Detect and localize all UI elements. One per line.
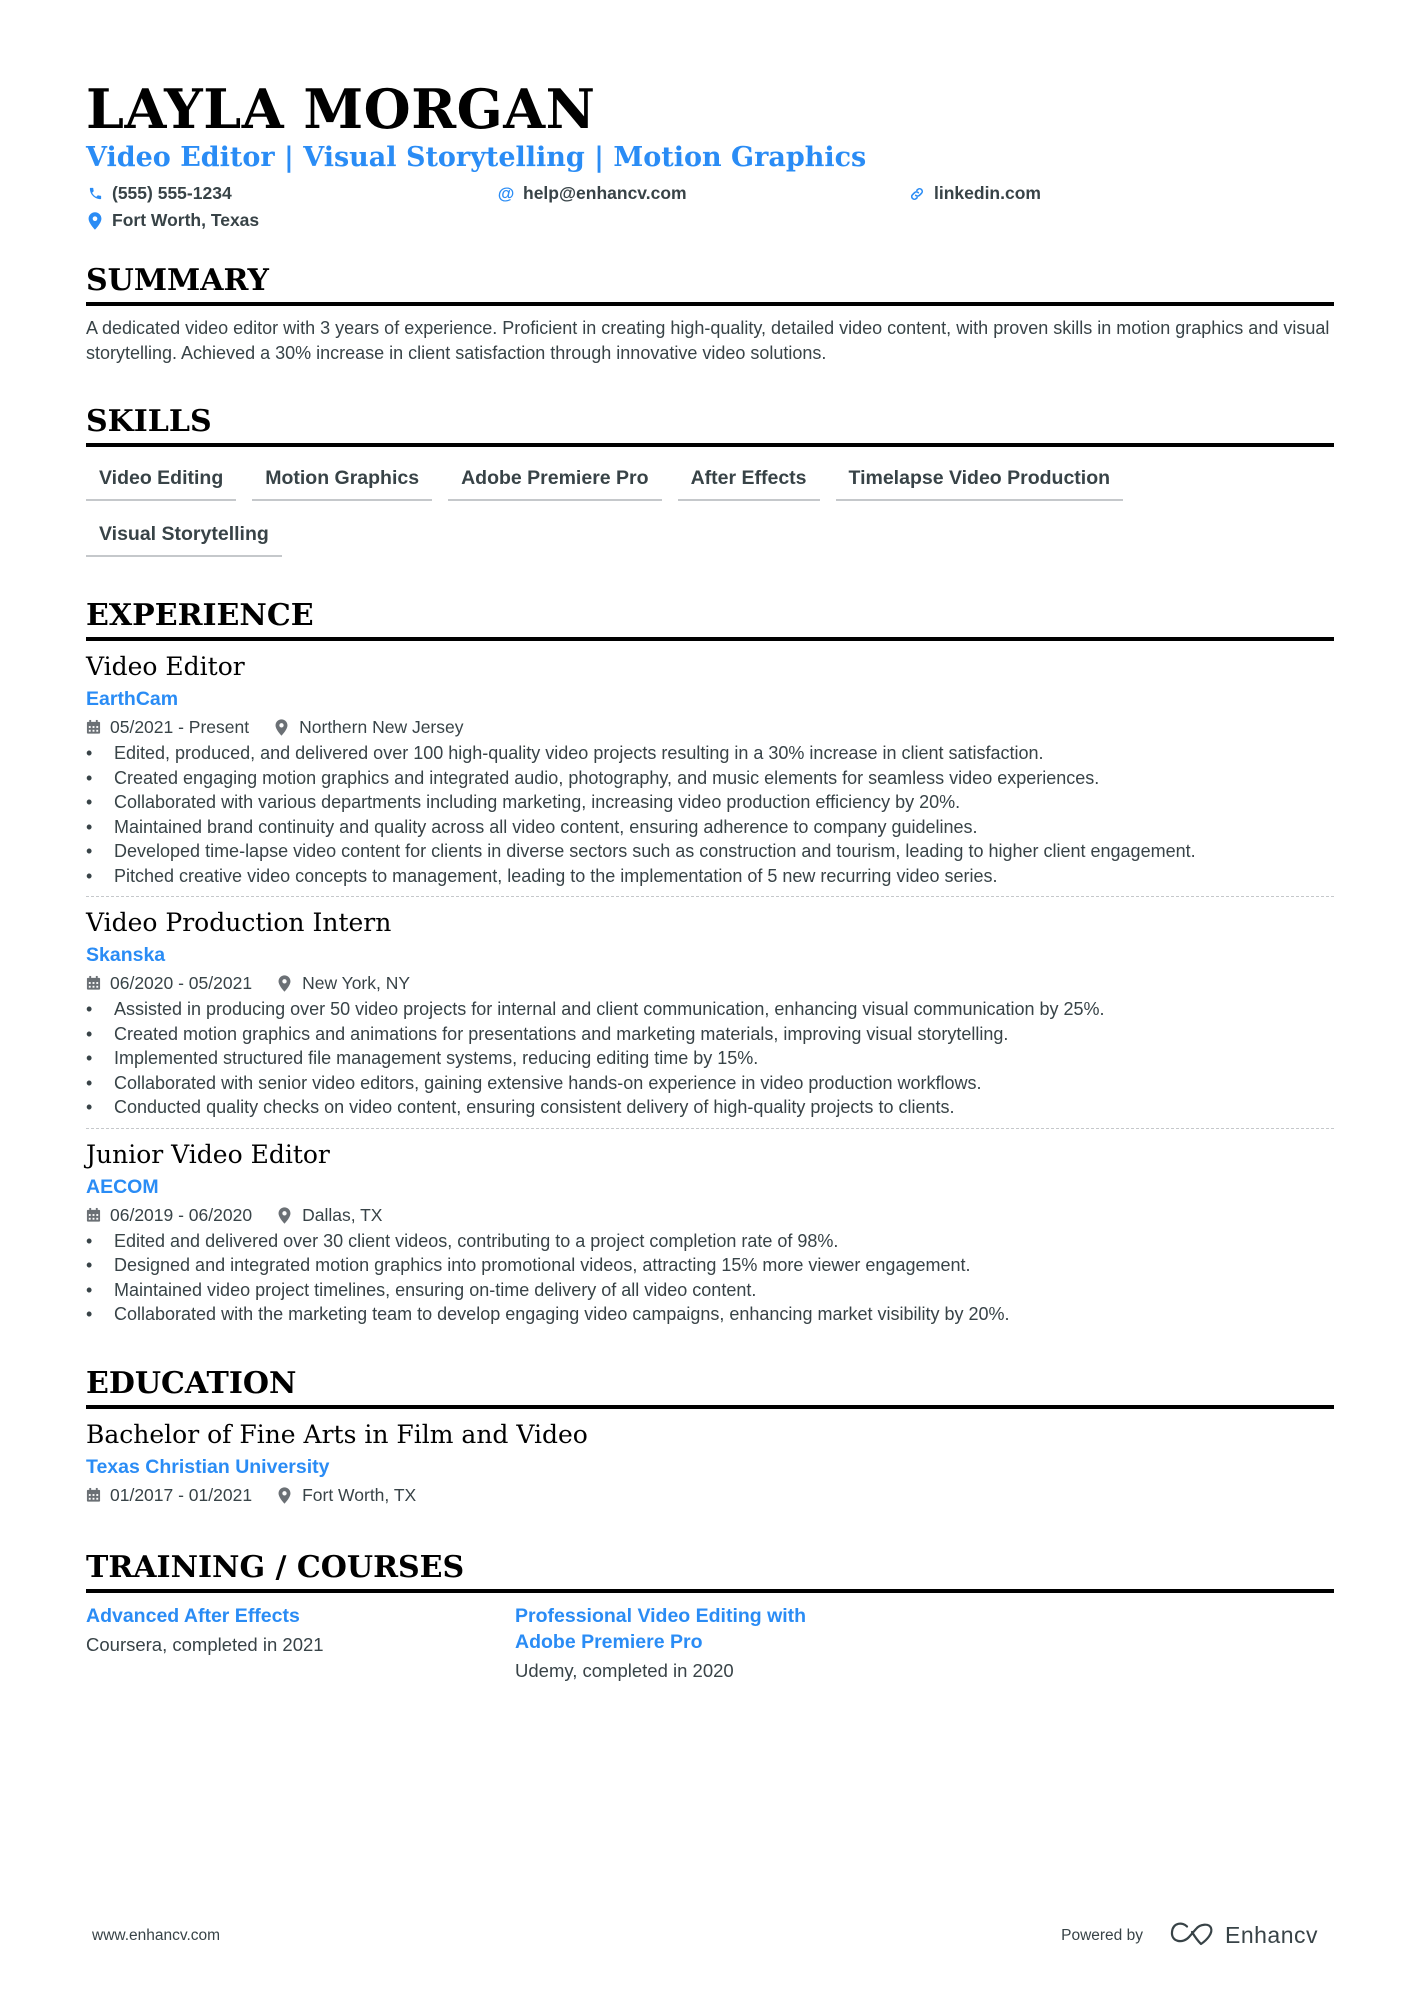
skill-tag: Video Editing [86,457,237,501]
job-dates: 06/2020 - 05/2021 [110,973,253,993]
link-icon [908,185,926,203]
school-name: Texas Christian University [86,1455,330,1478]
bullet-item: Conducted quality checks on video conten… [86,1095,1334,1120]
skills-list: Video Editing Motion Graphics Adobe Prem… [86,457,1334,569]
job-dates: 05/2021 - Present [110,717,250,737]
bullet-item: Collaborated with various departments in… [86,790,1334,815]
courses-list: Advanced After Effects Coursera, complet… [86,1603,1334,1687]
at-icon: @ [497,183,515,203]
location-text: Fort Worth, Texas [112,210,260,230]
bullet-item: Edited, produced, and delivered over 100… [86,741,1334,766]
skills-title: SKILLS [86,403,1334,447]
calendar-icon [86,719,102,735]
bullet-item: Edited and delivered over 30 client vide… [86,1229,1334,1254]
job-bullets: Assisted in producing over 50 video proj… [86,997,1334,1120]
bullet-item: Implemented structured file management s… [86,1046,1334,1071]
calendar-icon [86,1487,102,1503]
bullet-item: Collaborated with the marketing team to … [86,1302,1334,1327]
location-pin-icon [278,1206,294,1224]
job-entry: Junior Video Editor AECOM 06/2019 - 06/2… [86,1127,1334,1335]
resume-page: LAYLA MORGAN Video Editor | Visual Story… [86,78,1334,1687]
email-link[interactable]: help@enhancv.com [523,183,687,204]
brand-name: Enhancv [1224,1922,1318,1948]
skill-tag: Motion Graphics [252,457,433,501]
contact-phone: (555) 555-1234 [86,180,497,207]
course-title: Professional Video Editing with Adobe Pr… [515,1604,807,1653]
bullet-item: Assisted in producing over 50 video proj… [86,997,1334,1022]
course-item: Professional Video Editing with Adobe Pr… [515,1603,944,1687]
job-location: Dallas, TX [302,1204,383,1225]
job-entry: Video Editor EarthCam 05/2021 - Present … [86,649,1334,896]
footer: www.enhancv.com Powered by Enhancv [92,1920,1318,1951]
course-item: Advanced After Effects Coursera, complet… [86,1603,515,1687]
linkedin-link[interactable]: linkedin.com [934,183,1041,204]
job-meta: 06/2019 - 06/2020 Dallas, TX [86,1201,1334,1229]
job-location: Northern New Jersey [299,717,464,737]
powered-by-label: Powered by [1061,1926,1143,1944]
skill-tag: Visual Storytelling [86,513,282,557]
skills-section: SKILLS Video Editing Motion Graphics Ado… [86,403,1334,569]
company-name: Skanska [86,944,166,966]
bullet-item: Maintained brand continuity and quality … [86,815,1334,840]
education-dates: 01/2017 - 01/2021 [110,1484,253,1505]
job-meta: 05/2021 - Present Northern New Jersey [86,713,1334,741]
job-title: Video Production Intern [86,908,392,937]
education-meta: 01/2017 - 01/2021 Fort Worth, TX [86,1481,1334,1509]
powered-by: Powered by Enhancv [1061,1920,1318,1951]
skill-tag: Timelapse Video Production [835,457,1124,501]
calendar-icon [86,1207,102,1223]
job-title: Video Editor [86,652,245,681]
job-entry: Video Production Intern Skanska 06/2020 … [86,896,1334,1128]
phone-text: (555) 555-1234 [112,183,232,203]
job-bullets: Edited, produced, and delivered over 100… [86,741,1334,888]
contact-info: (555) 555-1234 @ help@enhancv.com linked… [86,180,1334,234]
headline: Video Editor | Visual Storytelling | Mot… [86,142,867,173]
bullet-item: Collaborated with senior video editors, … [86,1071,1334,1096]
bullet-item: Created motion graphics and animations f… [86,1022,1334,1047]
education-location: Fort Worth, TX [302,1484,417,1505]
skill-tag: After Effects [677,457,820,501]
summary-title: SUMMARY [86,262,1334,306]
training-title: TRAINING / COURSES [86,1549,1334,1593]
bullet-item: Created engaging motion graphics and int… [86,766,1334,791]
location-pin-icon [86,211,104,230]
course-provider: Coursera, completed in 2021 [86,1633,324,1655]
experience-section: EXPERIENCE Video Editor EarthCam 05/2021… [86,597,1334,1335]
location-pin-icon [278,1486,294,1504]
phone-icon [86,185,104,203]
contact-linkedin[interactable]: linkedin.com [908,180,1319,207]
education-title: EDUCATION [86,1365,1334,1409]
contact-location: Fort Worth, Texas [86,207,497,234]
training-section: TRAINING / COURSES Advanced After Effect… [86,1549,1334,1687]
calendar-icon [86,975,102,991]
job-location: New York, NY [302,973,411,993]
location-pin-icon [278,975,294,992]
bullet-item: Pitched creative video concepts to manag… [86,864,1334,889]
experience-title: EXPERIENCE [86,597,1334,641]
contact-email[interactable]: @ help@enhancv.com [497,180,908,207]
education-section: EDUCATION Bachelor of Fine Arts in Film … [86,1365,1334,1509]
enhancv-logo-icon [1169,1920,1215,1951]
summary-text: A dedicated video editor with 3 years of… [86,318,1330,363]
summary-section: SUMMARY A dedicated video editor with 3 … [86,262,1334,365]
company-name: AECOM [86,1175,159,1198]
website-link[interactable]: www.enhancv.com [92,1927,220,1945]
location-pin-icon [275,719,291,736]
skill-tag: Adobe Premiere Pro [448,457,662,501]
candidate-name: LAYLA MORGAN [86,77,596,141]
job-bullets: Edited and delivered over 30 client vide… [86,1229,1334,1327]
bullet-item: Developed time-lapse video content for c… [86,839,1334,864]
degree: Bachelor of Fine Arts in Film and Video [86,1419,588,1449]
bullet-item: Maintained video project timelines, ensu… [86,1278,1334,1303]
job-meta: 06/2020 - 05/2021 New York, NY [86,969,1334,997]
company-name: EarthCam [86,688,179,710]
course-provider: Udemy, completed in 2020 [515,1659,734,1681]
course-title: Advanced After Effects [86,1604,300,1627]
education-entry: Bachelor of Fine Arts in Film and Video … [86,1417,1334,1509]
job-title: Junior Video Editor [86,1139,330,1169]
bullet-item: Designed and integrated motion graphics … [86,1253,1334,1278]
job-dates: 06/2019 - 06/2020 [110,1204,253,1225]
